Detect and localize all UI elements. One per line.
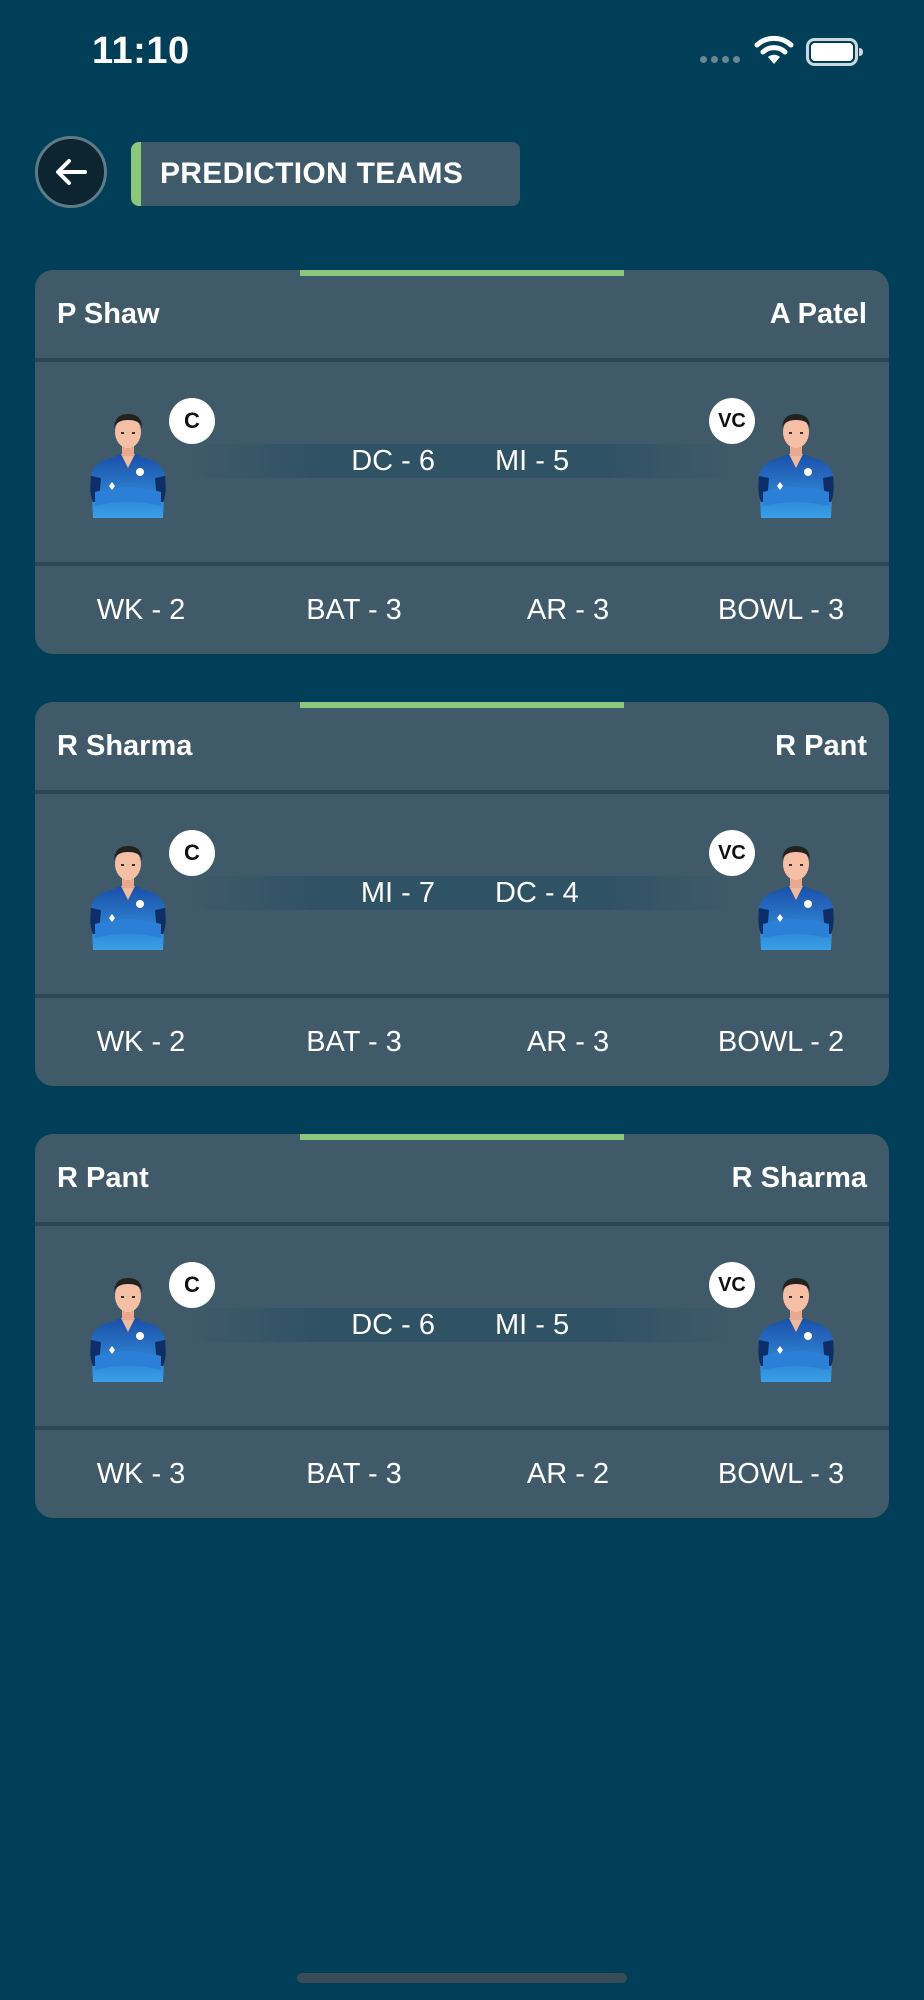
vice-captain-avatar-icon bbox=[758, 846, 834, 950]
ar-count: AR - 3 bbox=[526, 1026, 610, 1058]
battery-icon bbox=[806, 38, 863, 66]
team-count-right: DC - 4 bbox=[495, 877, 579, 909]
card-player-names: R Sharma R Pant bbox=[35, 702, 889, 792]
team-count-left: MI - 7 bbox=[360, 877, 435, 909]
vice-captain-name: R Sharma bbox=[731, 1162, 867, 1194]
score-band bbox=[183, 444, 738, 478]
score-band bbox=[183, 1308, 738, 1342]
captain-name: R Sharma bbox=[57, 730, 193, 762]
captain-name: R Pant bbox=[57, 1162, 149, 1194]
captain-name: P Shaw bbox=[57, 298, 160, 330]
header: PREDICTION TEAMS bbox=[0, 130, 924, 220]
title-accent bbox=[131, 142, 141, 206]
bowl-count: BOWL - 2 bbox=[717, 1026, 845, 1058]
bat-count: BAT - 3 bbox=[306, 594, 402, 626]
wifi-icon bbox=[754, 35, 794, 64]
team-count-right: MI - 5 bbox=[495, 445, 570, 477]
vice-captain-name: A Patel bbox=[769, 298, 867, 330]
arrow-left-icon bbox=[56, 159, 87, 185]
card-team-split: MI - 7 DC - 4 C VC bbox=[35, 794, 889, 994]
captain-badge: C bbox=[169, 830, 215, 876]
ar-count: AR - 2 bbox=[526, 1458, 610, 1490]
wk-count: WK - 3 bbox=[96, 1458, 186, 1490]
card-role-counts: WK - 3 BAT - 3 AR - 2 BOWL - 3 bbox=[35, 1430, 889, 1518]
prediction-team-card[interactable]: R Sharma R Pant MI - 7 DC - 4 C VC WK - … bbox=[35, 702, 889, 1086]
vice-captain-badge: VC bbox=[709, 398, 755, 444]
home-indicator bbox=[297, 1973, 627, 1983]
team-count-left: DC - 6 bbox=[351, 1309, 435, 1341]
captain-avatar-icon bbox=[90, 846, 166, 950]
wk-count: WK - 2 bbox=[96, 1026, 186, 1058]
card-team-split: DC - 6 MI - 5 C VC bbox=[35, 1226, 889, 1426]
captain-avatar-icon bbox=[90, 414, 166, 518]
vice-captain-name: R Pant bbox=[775, 730, 867, 762]
status-time: 11:10 bbox=[92, 30, 190, 72]
card-team-split: DC - 6 MI - 5 C VC bbox=[35, 362, 889, 562]
team-count-left: DC - 6 bbox=[351, 445, 435, 477]
vice-captain-avatar-icon bbox=[758, 1278, 834, 1382]
vice-captain-avatar-icon bbox=[758, 414, 834, 518]
back-button[interactable] bbox=[35, 136, 107, 208]
card-role-counts: WK - 2 BAT - 3 AR - 3 BOWL - 2 bbox=[35, 998, 889, 1086]
bat-count: BAT - 3 bbox=[306, 1026, 402, 1058]
cellular-signal-icon bbox=[700, 56, 742, 64]
ar-count: AR - 3 bbox=[526, 594, 610, 626]
vice-captain-badge: VC bbox=[709, 830, 755, 876]
bowl-count: BOWL - 3 bbox=[717, 594, 845, 626]
captain-badge: C bbox=[169, 398, 215, 444]
card-player-names: R Pant R Sharma bbox=[35, 1134, 889, 1224]
captain-badge: C bbox=[169, 1262, 215, 1308]
team-count-right: MI - 5 bbox=[495, 1309, 570, 1341]
bat-count: BAT - 3 bbox=[306, 1458, 402, 1490]
prediction-team-card[interactable]: R Pant R Sharma DC - 6 MI - 5 C VC WK - … bbox=[35, 1134, 889, 1518]
bowl-count: BOWL - 3 bbox=[717, 1458, 845, 1490]
score-band bbox=[183, 876, 738, 910]
vice-captain-badge: VC bbox=[709, 1262, 755, 1308]
status-bar: 11:10 bbox=[0, 0, 924, 105]
page-title-container: PREDICTION TEAMS bbox=[131, 142, 520, 206]
prediction-team-card[interactable]: P Shaw A Patel DC - 6 MI - 5 C VC WK - 2… bbox=[35, 270, 889, 654]
card-role-counts: WK - 2 BAT - 3 AR - 3 BOWL - 3 bbox=[35, 566, 889, 654]
wk-count: WK - 2 bbox=[96, 594, 186, 626]
card-player-names: P Shaw A Patel bbox=[35, 270, 889, 360]
captain-avatar-icon bbox=[90, 1278, 166, 1382]
page-title: PREDICTION TEAMS bbox=[160, 157, 464, 190]
